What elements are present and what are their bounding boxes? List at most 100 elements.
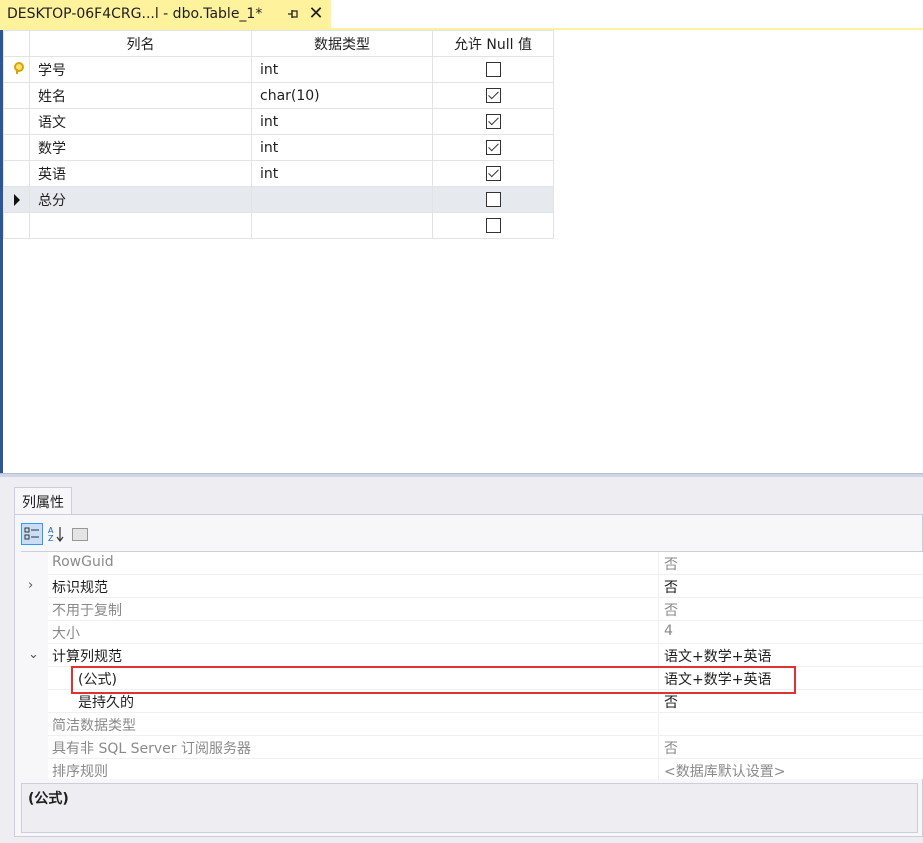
allow-null-cell bbox=[432, 186, 554, 213]
categorized-icon bbox=[24, 527, 39, 540]
property-name: (公式) bbox=[78, 672, 117, 688]
table-row-current[interactable]: 总分 bbox=[3, 186, 554, 213]
data-type-cell[interactable]: int bbox=[251, 56, 433, 83]
allow-null-checkbox[interactable] bbox=[485, 140, 501, 155]
property-value: 否 bbox=[664, 741, 678, 757]
tab-column-properties[interactable]: 列属性 bbox=[14, 487, 72, 515]
table-designer: 列名 数据类型 允许 Null 值 学号 int 姓名 char(10) 语文 bbox=[0, 30, 923, 473]
row-selector-header bbox=[3, 30, 30, 57]
data-type-cell[interactable]: char(10) bbox=[251, 82, 433, 109]
allow-null-checkbox[interactable] bbox=[485, 88, 501, 103]
property-divider bbox=[658, 690, 659, 713]
column-header-allow-null: 允许 Null 值 bbox=[432, 30, 554, 57]
properties-toolbar: A Z bbox=[21, 521, 91, 547]
document-tab-table1[interactable]: DESKTOP-06F4CRG...l - dbo.Table_1* ✕ bbox=[0, 0, 331, 30]
property-gutter bbox=[21, 621, 48, 644]
property-divider bbox=[658, 644, 659, 667]
table-row[interactable]: 数学 int bbox=[3, 134, 554, 161]
column-header-type: 数据类型 bbox=[251, 30, 433, 57]
property-name: 计算列规范 bbox=[52, 649, 122, 665]
table-row-new[interactable] bbox=[3, 212, 554, 239]
row-selector[interactable] bbox=[3, 82, 30, 109]
column-properties-pane: 列属性 A Z RowGuid 否 › 标识规范 否 不用于复制 否 大小 4 … bbox=[0, 477, 923, 843]
data-type-cell[interactable]: int bbox=[251, 134, 433, 161]
property-row[interactable]: 不用于复制 否 bbox=[21, 598, 923, 621]
allow-null-checkbox[interactable] bbox=[485, 114, 501, 129]
property-pages-button[interactable] bbox=[69, 523, 91, 545]
column-grid: 列名 数据类型 允许 Null 值 学号 int 姓名 char(10) 语文 bbox=[3, 30, 554, 239]
allow-null-checkbox[interactable] bbox=[485, 166, 501, 181]
property-name: 大小 bbox=[52, 626, 80, 642]
collapse-chevron-icon[interactable]: ⌄ bbox=[28, 647, 39, 662]
property-gutter bbox=[21, 736, 48, 759]
column-name-cell[interactable]: 数学 bbox=[29, 134, 252, 161]
column-name-cell[interactable]: 姓名 bbox=[29, 82, 252, 109]
expand-chevron-icon[interactable]: › bbox=[28, 578, 33, 593]
table-row[interactable]: 姓名 char(10) bbox=[3, 82, 554, 109]
table-row[interactable]: 英语 int bbox=[3, 160, 554, 187]
property-divider bbox=[658, 713, 659, 736]
property-row[interactable]: 简洁数据类型 bbox=[21, 713, 923, 736]
alphabetical-button[interactable]: A Z bbox=[45, 523, 67, 545]
allow-null-checkbox[interactable] bbox=[485, 218, 501, 233]
document-tab-title: DESKTOP-06F4CRG...l - dbo.Table_1* bbox=[7, 6, 263, 22]
property-row[interactable]: 具有非 SQL Server 订阅服务器 否 bbox=[21, 736, 923, 759]
sort-alphabetical-icon: A Z bbox=[48, 526, 64, 543]
property-name: 排序规则 bbox=[52, 764, 108, 779]
property-value: 4 bbox=[664, 623, 673, 639]
property-row-formula[interactable]: (公式) 语文+数学+英语 bbox=[21, 667, 923, 690]
allow-null-cell bbox=[432, 160, 554, 187]
column-name-cell[interactable]: 语文 bbox=[29, 108, 252, 135]
property-value[interactable]: 否 bbox=[664, 692, 678, 712]
data-type-cell[interactable] bbox=[251, 212, 433, 239]
document-tabstrip: DESKTOP-06F4CRG...l - dbo.Table_1* ✕ bbox=[0, 0, 923, 30]
row-selector[interactable] bbox=[3, 212, 30, 239]
formula-value[interactable]: 语文+数学+英语 bbox=[664, 669, 771, 689]
column-name-cell[interactable]: 总分 bbox=[29, 186, 252, 213]
column-name-cell[interactable] bbox=[29, 212, 252, 239]
property-value[interactable]: 语文+数学+英语 bbox=[664, 646, 771, 666]
property-divider bbox=[658, 575, 659, 598]
column-header-name: 列名 bbox=[29, 30, 252, 57]
property-gutter bbox=[21, 598, 48, 621]
categorized-button[interactable] bbox=[21, 523, 43, 545]
table-row[interactable]: 语文 int bbox=[3, 108, 554, 135]
column-name-cell[interactable]: 学号 bbox=[29, 56, 252, 83]
row-selector[interactable] bbox=[3, 160, 30, 187]
pin-icon[interactable] bbox=[286, 7, 300, 21]
property-value[interactable]: 否 bbox=[664, 577, 678, 597]
property-row[interactable]: 排序规则 <数据库默认设置> bbox=[21, 759, 923, 779]
property-row[interactable]: 大小 4 bbox=[21, 621, 923, 644]
row-selector[interactable] bbox=[3, 134, 30, 161]
property-grid: RowGuid 否 › 标识规范 否 不用于复制 否 大小 4 ⌄ 计算列规范 … bbox=[21, 551, 923, 779]
allow-null-cell bbox=[432, 212, 554, 239]
row-selector[interactable] bbox=[3, 108, 30, 135]
property-divider bbox=[658, 736, 659, 759]
data-type-cell[interactable]: int bbox=[251, 160, 433, 187]
allow-null-checkbox[interactable] bbox=[485, 192, 501, 207]
property-divider bbox=[658, 621, 659, 644]
property-divider bbox=[658, 598, 659, 621]
property-row[interactable]: ⌄ 计算列规范 语文+数学+英语 bbox=[21, 644, 923, 667]
property-row[interactable]: 是持久的 否 bbox=[21, 690, 923, 713]
row-selector[interactable] bbox=[3, 186, 30, 213]
property-gutter bbox=[21, 667, 48, 690]
property-value: <数据库默认设置> bbox=[664, 764, 786, 779]
property-name: 不用于复制 bbox=[52, 603, 122, 619]
column-name-cell[interactable]: 英语 bbox=[29, 160, 252, 187]
property-description-panel: (公式) bbox=[21, 783, 918, 833]
property-gutter bbox=[21, 713, 48, 736]
close-icon[interactable]: ✕ bbox=[307, 5, 325, 23]
property-divider bbox=[658, 759, 659, 779]
allow-null-cell bbox=[432, 134, 554, 161]
property-name: 标识规范 bbox=[52, 580, 108, 596]
table-row[interactable]: 学号 int bbox=[3, 56, 554, 83]
property-row[interactable]: › 标识规范 否 bbox=[21, 575, 923, 598]
row-selector[interactable] bbox=[3, 56, 30, 83]
allow-null-checkbox[interactable] bbox=[485, 62, 501, 77]
current-row-arrow-icon bbox=[13, 193, 20, 206]
property-gutter bbox=[21, 575, 48, 598]
data-type-cell[interactable]: int bbox=[251, 108, 433, 135]
property-row[interactable]: RowGuid 否 bbox=[21, 552, 923, 575]
data-type-cell[interactable] bbox=[251, 186, 433, 213]
